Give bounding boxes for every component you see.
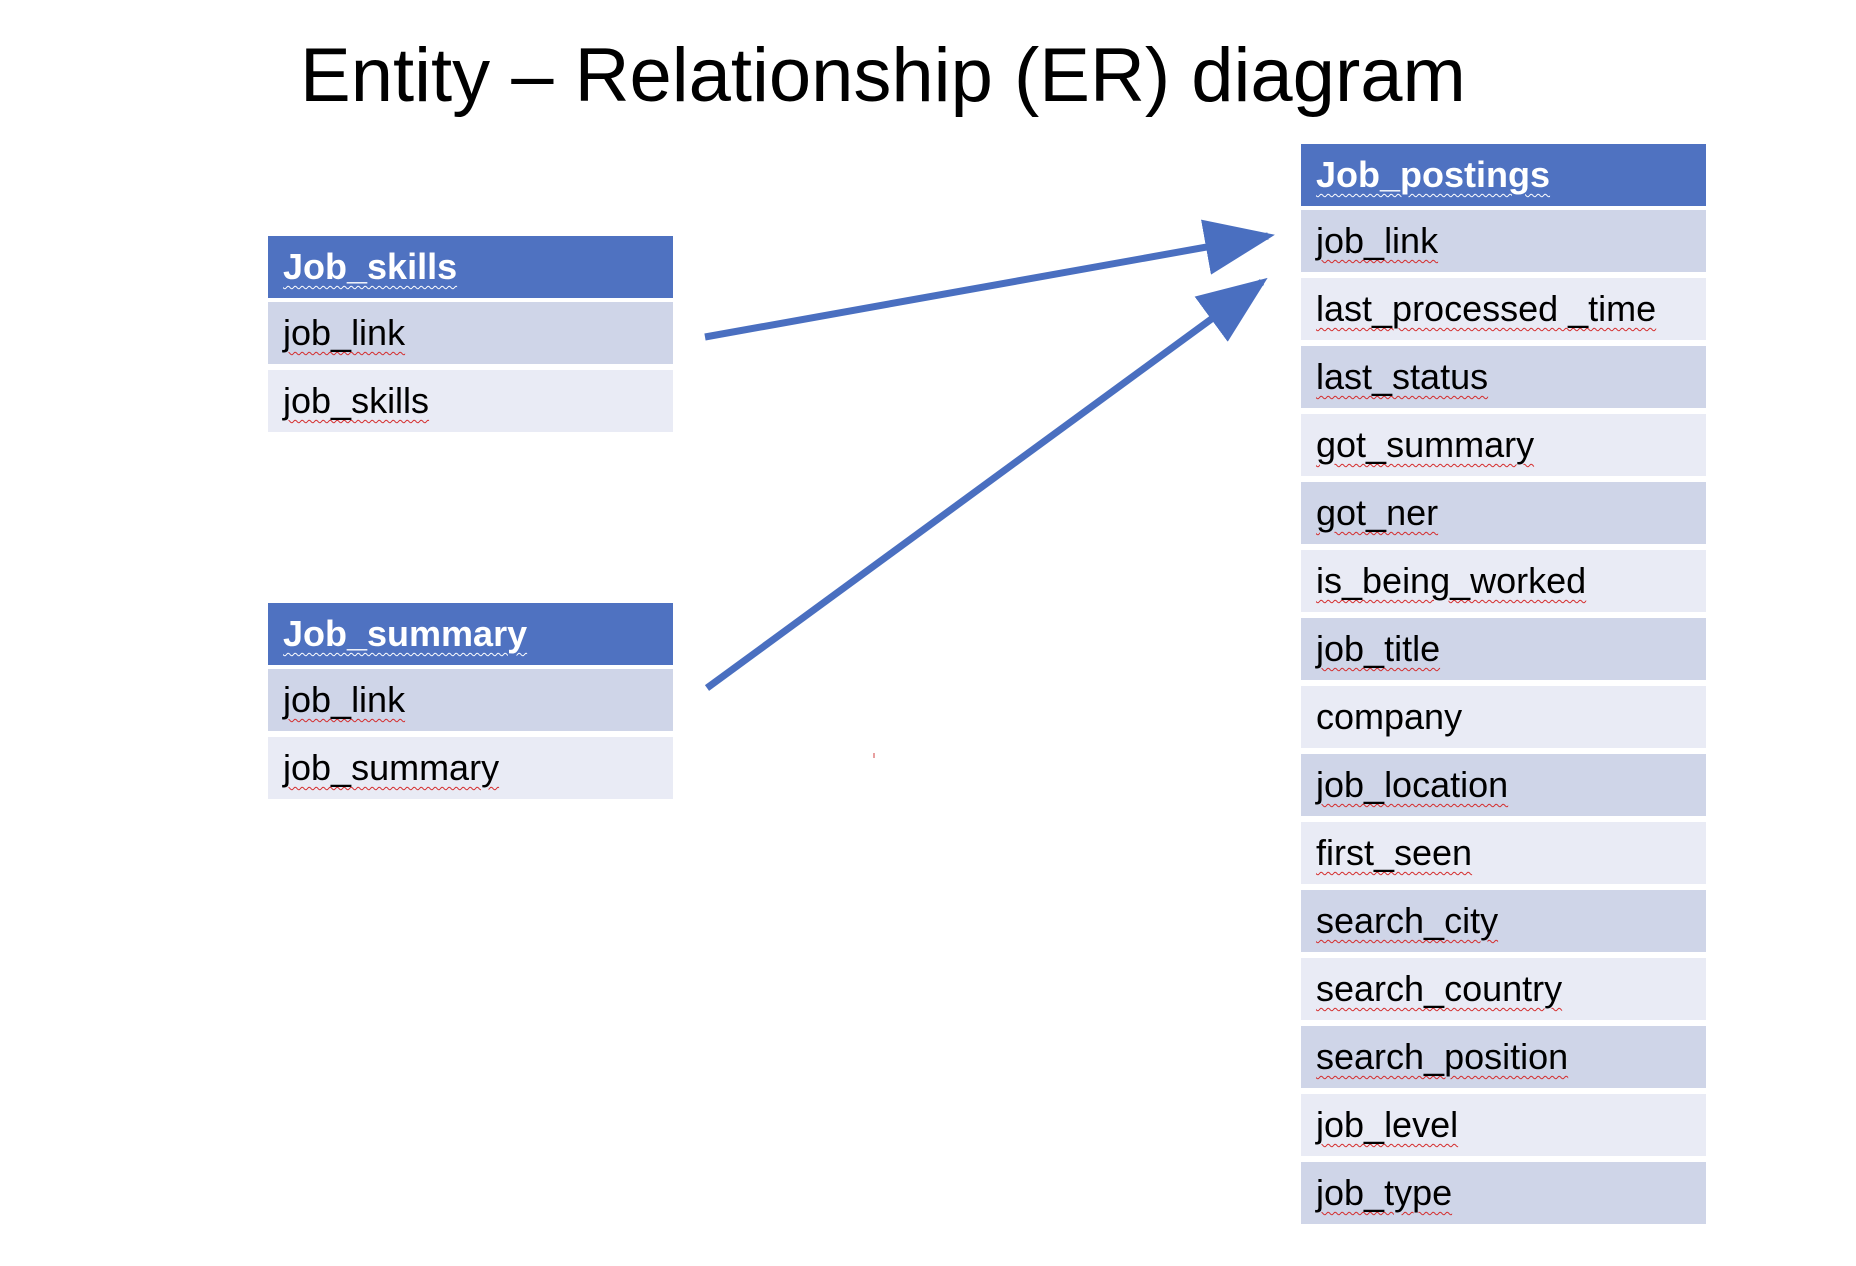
entity-field: is_being_worked	[1301, 550, 1706, 612]
entity-field: search_country	[1301, 958, 1706, 1020]
field-label: job_type	[1316, 1172, 1453, 1213]
entity-header: Job_summary	[268, 603, 673, 665]
entity-field: job_link	[268, 302, 673, 364]
entity-field: last_status	[1301, 346, 1706, 408]
entity-field: first_seen	[1301, 822, 1706, 884]
diagram-title: Entity – Relationship (ER) diagram	[300, 33, 1466, 118]
field-label: first_seen	[1316, 832, 1473, 873]
field-label: search_position	[1316, 1036, 1569, 1077]
entity-header: Job_skills	[268, 236, 673, 298]
field-label: last_status	[1316, 356, 1489, 397]
entity-name: Job_skills	[283, 246, 458, 287]
entity-field: got_ner	[1301, 482, 1706, 544]
entity-field: job_link	[268, 669, 673, 731]
arrow-job-skills-to-job-postings	[704, 219, 1275, 341]
field-label: job_link	[1316, 220, 1439, 261]
entity-name: Job_postings	[1316, 154, 1551, 195]
field-label: job_link	[283, 679, 406, 720]
entity-field: search_city	[1301, 890, 1706, 952]
field-label: got_summary	[1316, 424, 1535, 465]
field-label: last_processed _time	[1316, 288, 1657, 329]
entity-field: job_level	[1301, 1094, 1706, 1156]
entity-job-skills: Job_skills job_link job_skills	[268, 236, 673, 432]
field-label: job_location	[1316, 764, 1509, 805]
entity-field: company	[1301, 686, 1706, 748]
entity-field: search_position	[1301, 1026, 1706, 1088]
entity-job-postings: Job_postings job_link last_processed _ti…	[1301, 144, 1706, 1224]
entity-field: job_location	[1301, 754, 1706, 816]
field-label: job_title	[1316, 628, 1441, 669]
field-label: job_level	[1316, 1104, 1459, 1145]
entity-field: job_link	[1301, 210, 1706, 272]
entity-field: job_skills	[268, 370, 673, 432]
stray-mark	[873, 753, 875, 758]
entity-name: Job_summary	[283, 613, 528, 654]
field-label: job_skills	[283, 380, 430, 421]
entity-field: got_summary	[1301, 414, 1706, 476]
entity-field: last_processed _time	[1301, 278, 1706, 340]
field-label: is_being_worked	[1316, 560, 1587, 601]
field-label: job_link	[283, 312, 406, 353]
entity-job-summary: Job_summary job_link job_summary	[268, 603, 673, 799]
field-label: search_country	[1316, 968, 1563, 1009]
arrow-job-summary-to-job-postings	[704, 277, 1268, 691]
field-label: company	[1316, 696, 1463, 737]
entity-field: job_title	[1301, 618, 1706, 680]
field-label: job_summary	[283, 747, 500, 788]
entity-field: job_summary	[268, 737, 673, 799]
entity-header: Job_postings	[1301, 144, 1706, 206]
entity-field: job_type	[1301, 1162, 1706, 1224]
field-label: search_city	[1316, 900, 1499, 941]
field-label: got_ner	[1316, 492, 1439, 533]
